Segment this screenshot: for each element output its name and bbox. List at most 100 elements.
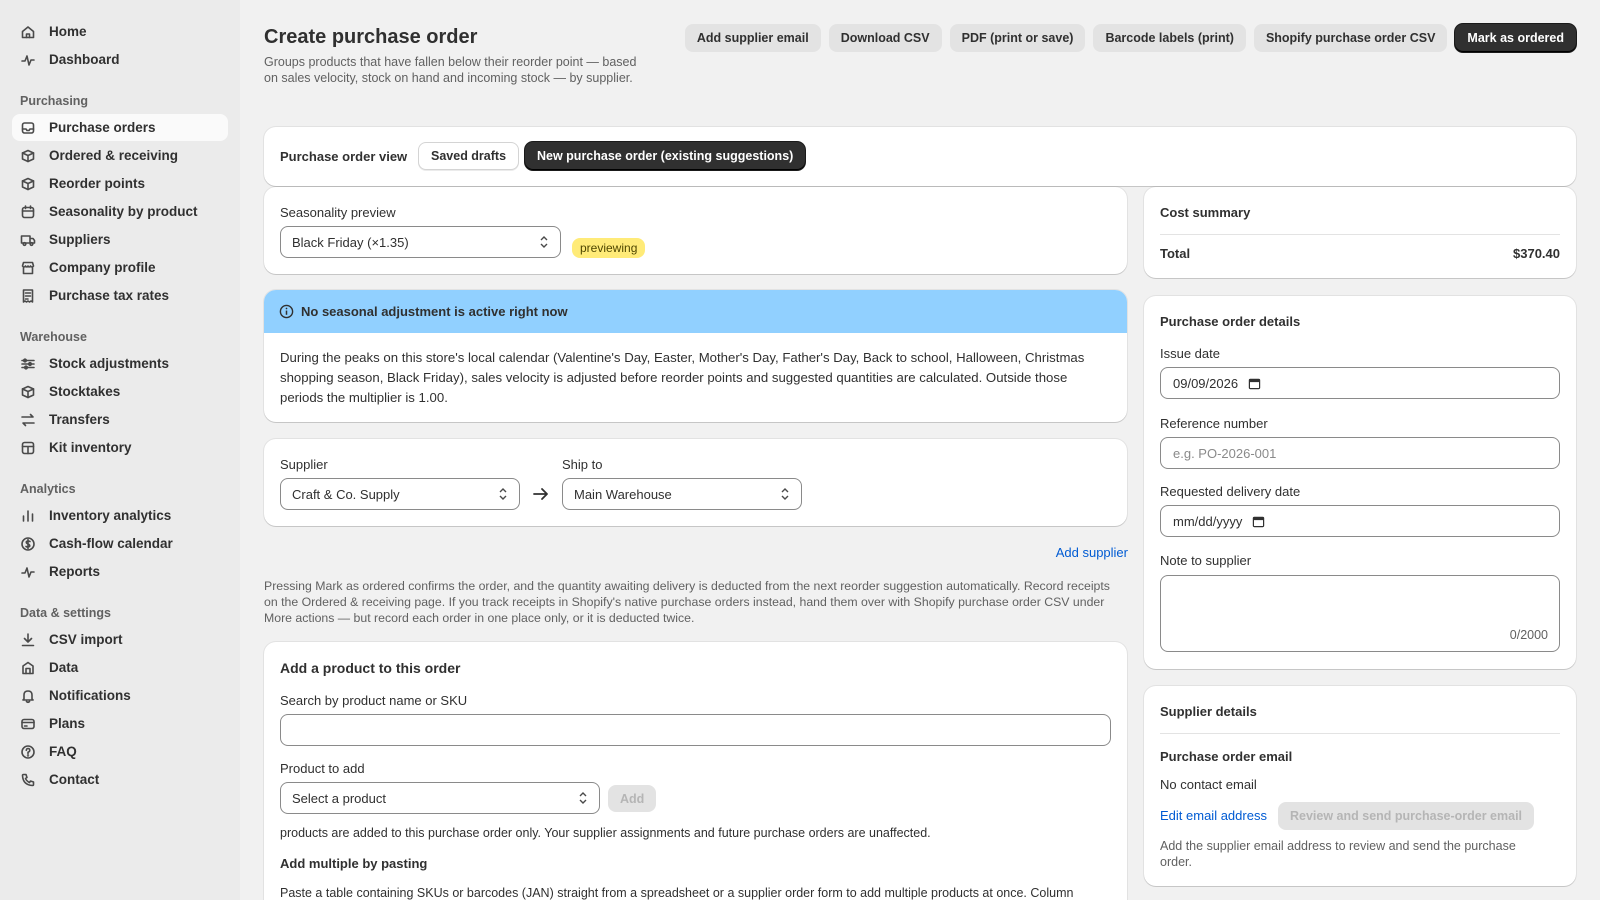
box-icon xyxy=(20,148,36,164)
sidebar: Home Dashboard Purchasing Purchase orders Or… xyxy=(0,0,240,900)
seasonality-card: Seasonality preview Black Friday (×1.35)… xyxy=(264,187,1127,274)
sidebar-item-seasonality-by-product[interactable]: Seasonality by product xyxy=(12,198,228,225)
sidebar-item-label: Stock adjustments xyxy=(49,356,170,371)
banner-title: No seasonal adjustment is active right n… xyxy=(301,304,568,319)
sidebar-item-label: Purchase orders xyxy=(49,120,156,135)
sidebar-item-inventory-analytics[interactable]: Inventory analytics xyxy=(12,502,228,529)
calendar-icon xyxy=(1248,378,1261,389)
sidebar-item-label: Kit inventory xyxy=(49,440,132,455)
ship-to-value: Main Warehouse xyxy=(574,486,672,502)
sidebar-item-cash-flow-calendar[interactable]: Cash-flow calendar xyxy=(12,530,228,557)
page-title: Create purchase order xyxy=(264,26,478,48)
issue-date-input[interactable]: 09/09/2026 xyxy=(1160,367,1560,399)
product-select[interactable]: Select a product xyxy=(280,782,600,814)
divider xyxy=(1160,733,1560,734)
sidebar-item-notifications[interactable]: Notifications xyxy=(12,682,228,709)
sidebar-item-purchase-tax-rates[interactable]: Purchase tax rates xyxy=(12,282,228,309)
chevron-updown-icon xyxy=(579,792,587,804)
add-product-button[interactable]: Add xyxy=(608,785,657,812)
paste-title: Add multiple by pasting xyxy=(280,856,428,871)
sidebar-item-ordered-and-receiving[interactable]: Ordered & receiving xyxy=(12,142,228,169)
reference-placeholder: e.g. PO-2026-001 xyxy=(1173,445,1277,461)
card-icon xyxy=(20,716,36,732)
product-search-input[interactable] xyxy=(280,714,1111,746)
barcode-labels-button[interactable]: Barcode labels (print) xyxy=(1093,24,1246,52)
sidebar-item-label: Company profile xyxy=(49,260,156,275)
send-po-email-button[interactable]: Review and send purchase-order email xyxy=(1278,802,1535,830)
banner-body: During the peaks on this store's local c… xyxy=(280,350,1085,405)
sidebar-item-transfers[interactable]: Transfers xyxy=(12,406,228,433)
cash-icon xyxy=(20,536,36,552)
note-char-count: 0/2000 xyxy=(1509,628,1548,642)
sidebar-item-stocktakes[interactable]: Stocktakes xyxy=(12,378,228,405)
sidebar-item-purchase-orders[interactable]: Purchase orders xyxy=(12,114,228,141)
add-supplier-email-button[interactable]: Add supplier email xyxy=(684,24,821,52)
note-textarea[interactable]: 0/2000 xyxy=(1160,575,1560,652)
supplier-details-title: Supplier details xyxy=(1160,704,1257,719)
sidebar-item-label: Ordered & receiving xyxy=(49,148,179,163)
ship-to-select[interactable]: Main Warehouse xyxy=(562,478,802,510)
chevron-updown-icon xyxy=(540,236,548,248)
page-subtitle: Groups products that have fallen below t… xyxy=(264,55,637,85)
bar-chart-icon xyxy=(20,508,36,524)
delivery-date-value: mm/dd/yyyy xyxy=(1173,513,1243,529)
edit-email-link[interactable]: Edit email address xyxy=(1160,808,1267,823)
sidebar-item-label: Stocktakes xyxy=(49,384,121,399)
sidebar-item-contact[interactable]: Contact xyxy=(12,766,228,793)
sidebar-item-data[interactable]: Data xyxy=(12,654,228,681)
sidebar-item-reports[interactable]: Reports xyxy=(12,558,228,585)
calendar-icon xyxy=(20,204,36,220)
sidebar-item-label: Reorder points xyxy=(49,176,146,191)
sidebar-item-label: Contact xyxy=(49,772,100,787)
download-csv-button[interactable]: Download CSV xyxy=(828,24,942,52)
saved-drafts-tab[interactable]: Saved drafts xyxy=(418,142,520,170)
sidebar-item-faq[interactable]: FAQ xyxy=(12,738,228,765)
sidebar-item-kit-inventory[interactable]: Kit inventory xyxy=(12,434,228,461)
sidebar-item-dashboard[interactable]: Dashboard xyxy=(12,46,228,73)
bell-icon xyxy=(20,688,36,704)
search-label: Search by product name or SKU xyxy=(280,693,468,708)
database-icon xyxy=(20,660,36,676)
sidebar-item-plans[interactable]: Plans xyxy=(12,710,228,737)
sidebar-section-data-and-settings: Data & settings xyxy=(20,606,111,620)
total-label: Total xyxy=(1160,246,1191,261)
sidebar-item-label: Dashboard xyxy=(49,52,120,67)
reference-input[interactable]: e.g. PO-2026-001 xyxy=(1160,437,1560,469)
sidebar-item-label: FAQ xyxy=(49,744,77,759)
issue-date-value: 09/09/2026 xyxy=(1173,375,1239,391)
sidebar-item-home[interactable]: Home xyxy=(12,18,228,45)
delivery-date-input[interactable]: mm/dd/yyyy xyxy=(1160,505,1560,537)
po-details-title: Purchase order details xyxy=(1160,314,1301,329)
pdf-button[interactable]: PDF (print or save) xyxy=(949,24,1086,52)
chevron-updown-icon xyxy=(499,488,507,500)
sidebar-item-stock-adjustments[interactable]: Stock adjustments xyxy=(12,350,228,377)
add-supplier-link[interactable]: Add supplier xyxy=(1056,545,1128,560)
sidebar-item-reorder-points[interactable]: Reorder points xyxy=(12,170,228,197)
sidebar-item-label: CSV import xyxy=(49,632,123,647)
seasonality-label: Seasonality preview xyxy=(280,205,396,220)
sidebar-item-label: Data xyxy=(49,660,79,675)
new-po-tab[interactable]: New purchase order (existing suggestions… xyxy=(525,142,806,170)
sidebar-item-label: Home xyxy=(49,24,87,39)
sidebar-item-label: Purchase tax rates xyxy=(49,288,170,303)
shopify-csv-button[interactable]: Shopify purchase order CSV xyxy=(1253,24,1448,52)
chevron-updown-icon xyxy=(781,488,789,500)
product-select-value: Select a product xyxy=(292,790,386,806)
seasonal-banner: No seasonal adjustment is active right n… xyxy=(264,290,1127,422)
sidebar-item-company-profile[interactable]: Company profile xyxy=(12,254,228,281)
seasonality-select[interactable]: Black Friday (×1.35) xyxy=(280,226,561,258)
arrow-right-icon xyxy=(533,488,548,500)
po-email-value: No contact email xyxy=(1160,777,1257,792)
kit-icon xyxy=(20,440,36,456)
sidebar-item-label: Transfers xyxy=(49,412,110,427)
sidebar-item-csv-import[interactable]: CSV import xyxy=(12,626,228,653)
sidebar-item-suppliers[interactable]: Suppliers xyxy=(12,226,228,253)
page-actions: Add supplier email Download CSV PDF (pri… xyxy=(684,24,1576,52)
mark-as-ordered-button[interactable]: Mark as ordered xyxy=(1455,24,1576,52)
mark-ordered-notice: Pressing Mark as ordered confirms the or… xyxy=(264,579,1110,625)
seasonality-value: Black Friday (×1.35) xyxy=(292,234,409,250)
total-value: $370.40 xyxy=(1513,246,1560,261)
supplier-select[interactable]: Craft & Co. Supply xyxy=(280,478,520,510)
sidebar-section-warehouse: Warehouse xyxy=(20,330,87,344)
sidebar-item-label: Notifications xyxy=(49,688,131,703)
